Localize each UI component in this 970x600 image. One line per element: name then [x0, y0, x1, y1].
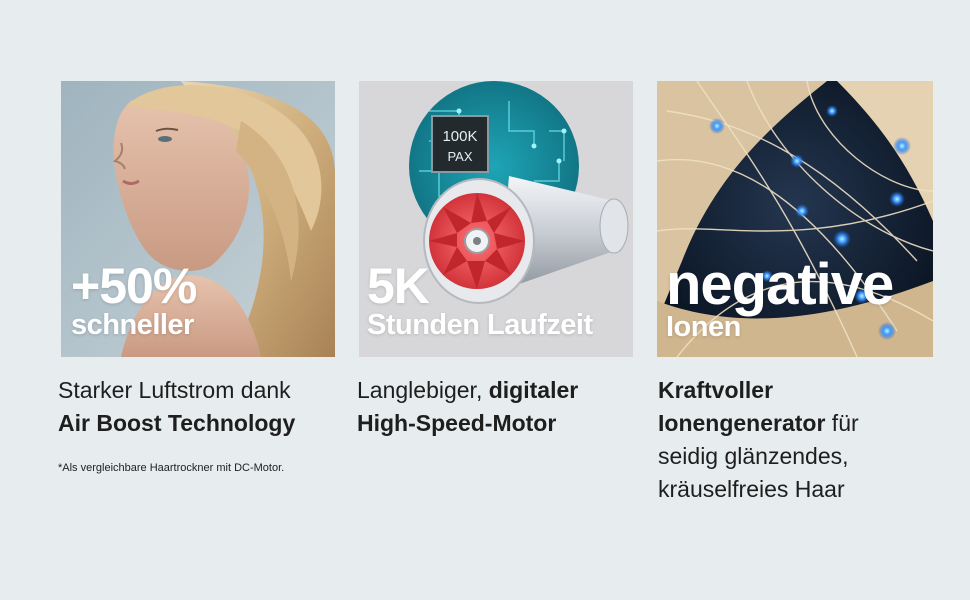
desc-line: seidig glänzendes,	[658, 443, 849, 469]
desc-line: Starker Luftstrom dank	[58, 377, 291, 403]
desc-line: kräuselfreies Haar	[658, 476, 845, 502]
feature-description-airflow: Starker Luftstrom dank Air Boost Technol…	[58, 374, 348, 440]
chip-label-bottom: PAX	[447, 149, 472, 164]
feature-headline-subtitle: Stunden Laufzeit	[367, 309, 593, 341]
feature-headline-subtitle: schneller	[71, 309, 194, 341]
desc-highlight: digitaler	[488, 377, 579, 403]
desc-line: Langlebiger,	[357, 377, 489, 403]
feature-headline-number: 5K	[367, 258, 430, 314]
footnote: *Als vergleichbare Haartrockner mit DC-M…	[58, 462, 285, 474]
chip-label-top: 100K	[442, 128, 477, 145]
feature-description-ions: Kraftvoller Ionengenerator für seidig gl…	[658, 374, 938, 506]
feature-card-ions: negative Ionen	[657, 81, 933, 357]
feature-card-motor: 100K PAX 5K Stunden Laufzeit	[359, 81, 633, 357]
feature-headline-number: negative	[666, 252, 894, 317]
feature-card-airflow: +50% schneller	[61, 81, 335, 357]
feature-headline-number: +50%	[71, 258, 197, 314]
feature-description-motor: Langlebiger, digitaler High-Speed-Motor	[357, 374, 647, 440]
desc-highlight: Ionengenerator	[658, 410, 826, 436]
feature-headline-subtitle: Ionen	[666, 311, 741, 343]
desc-highlight: Air Boost Technology	[58, 410, 296, 436]
desc-highlight: Kraftvoller	[658, 377, 774, 403]
desc-line: für	[825, 410, 859, 436]
desc-highlight: High-Speed-Motor	[357, 410, 557, 436]
